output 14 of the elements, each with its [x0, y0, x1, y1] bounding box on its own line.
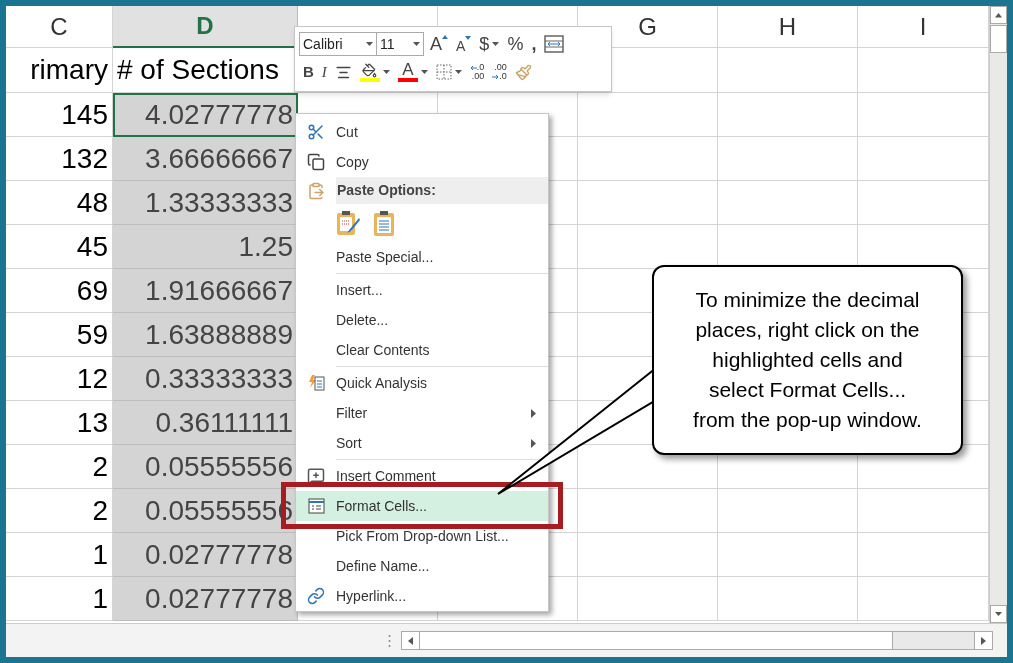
- table-cell: 0.33333333: [113, 357, 298, 401]
- table-cell: 3.66666667: [113, 137, 298, 181]
- table-cell: 1.25: [113, 225, 298, 269]
- table-cell: 0.02777778: [113, 533, 298, 577]
- callout: To minimize the decimal places, right click on the highlighted cells and select Format Cells... from the pop-up window.: [652, 265, 963, 455]
- table-cell: 0.36111111: [113, 401, 298, 445]
- table-cell: 0.05555556: [113, 445, 298, 489]
- table-cell: 4.02777778: [113, 93, 298, 137]
- table-cell: 1.63888889: [113, 313, 298, 357]
- table-cell: 0.02777778: [113, 577, 298, 621]
- table-cell: rimary: [6, 48, 113, 93]
- table-cell: 1.33333333: [113, 181, 298, 225]
- menu-section-header: Paste Options:: [336, 177, 548, 204]
- table-cell: 1.91666667: [113, 269, 298, 313]
